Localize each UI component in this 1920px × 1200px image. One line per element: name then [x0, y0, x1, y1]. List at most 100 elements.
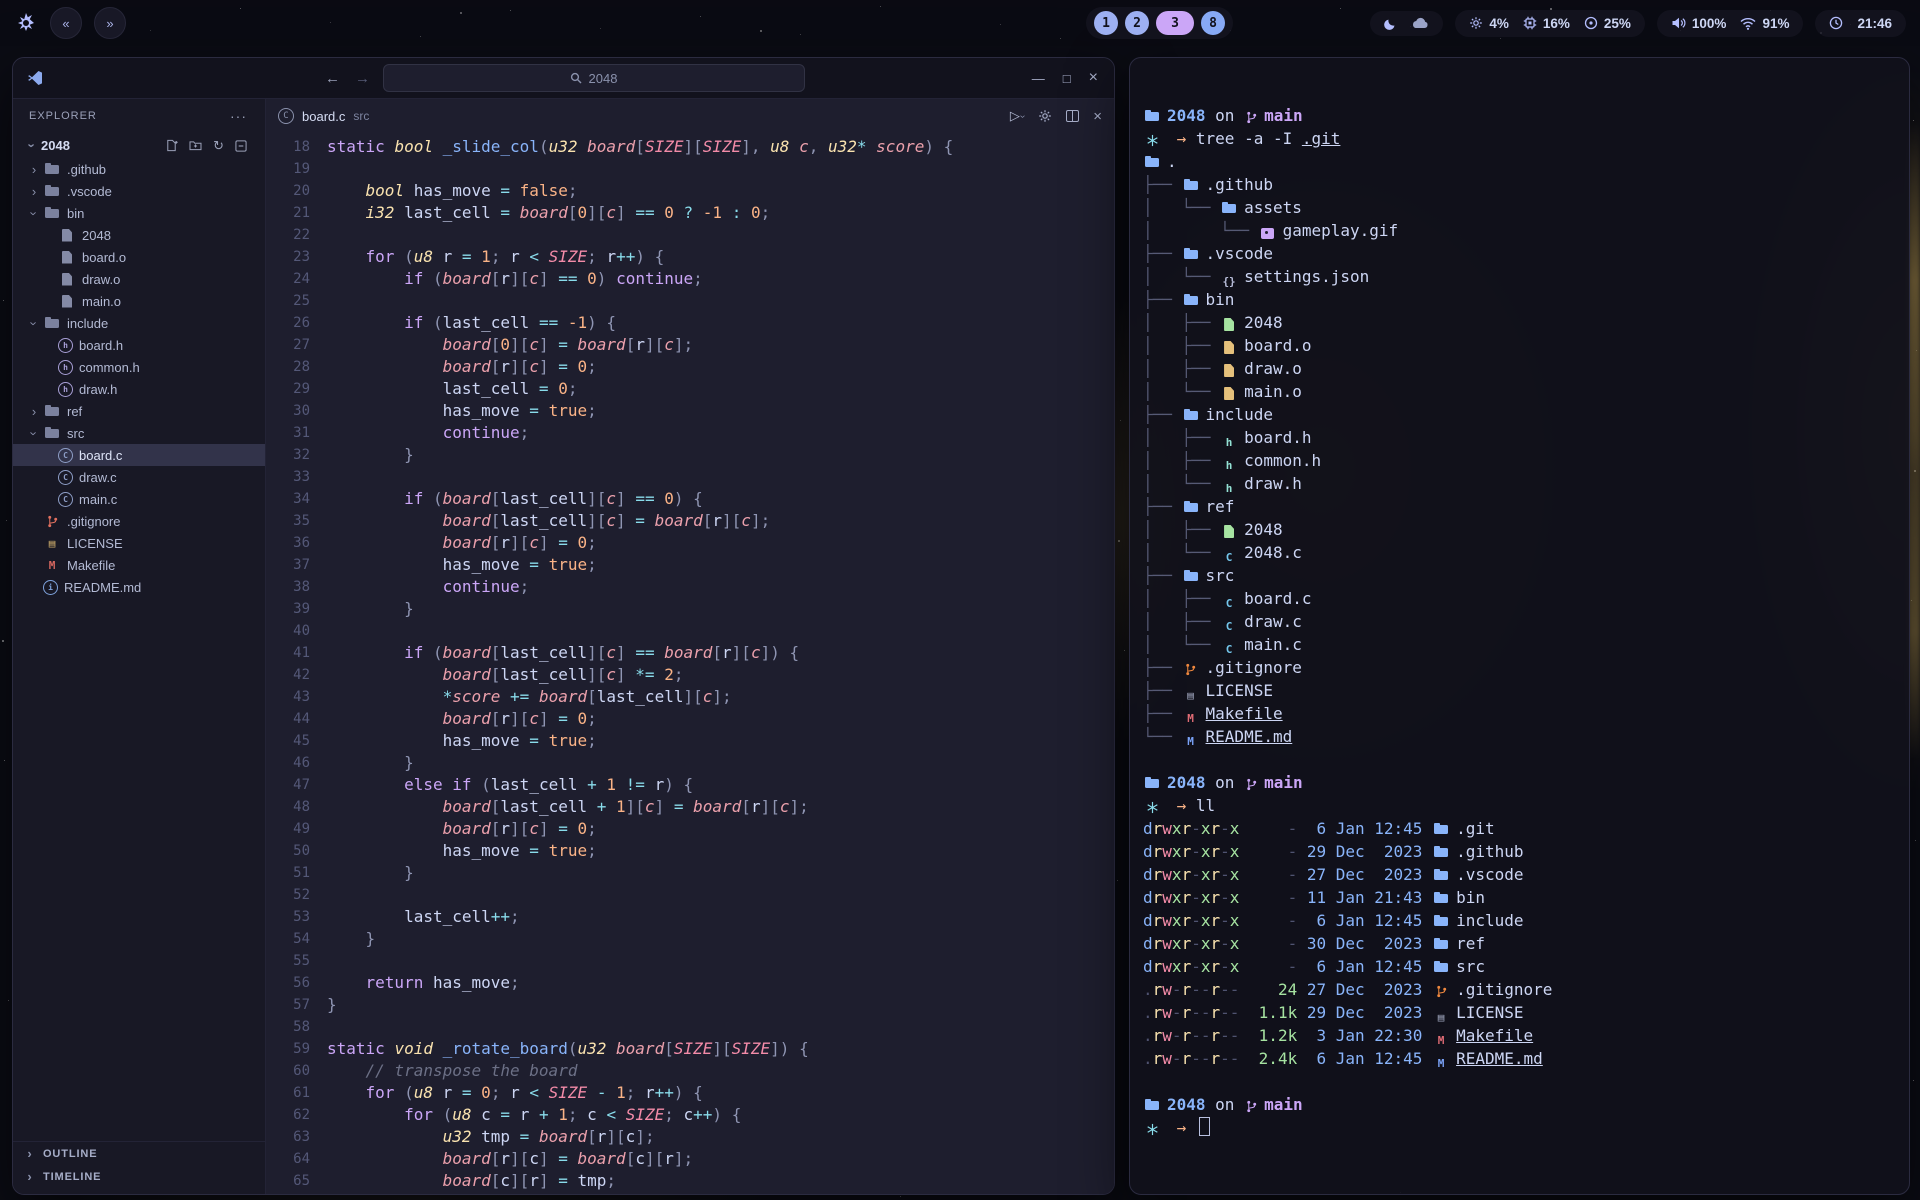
close-editor-icon[interactable]: ×	[1093, 108, 1102, 125]
perm-char: w	[1162, 819, 1172, 838]
file-item-draw-o[interactable]: draw.o	[13, 268, 265, 290]
code-text: board[0][c] = board[r][c];	[327, 334, 693, 356]
file-name: board.c	[1244, 589, 1311, 608]
settings-gear-icon[interactable]	[1038, 109, 1052, 123]
file-item-board-o[interactable]: board.o	[13, 246, 265, 268]
back-button[interactable]: ←	[323, 70, 343, 87]
code-token: last_cell	[443, 313, 539, 332]
code-token	[423, 269, 433, 288]
file-name: Makefile	[1456, 1026, 1533, 1045]
system-stats-widget[interactable]: 4% 16% 25%	[1455, 10, 1645, 37]
system-logo-icon[interactable]	[14, 11, 38, 35]
code-token: score	[876, 137, 924, 156]
terminal-window[interactable]: 2048 on main → tree -a -I .git.├── .gith…	[1129, 57, 1910, 1195]
file-label: README.md	[64, 580, 141, 595]
file-item-license[interactable]: ▤LICENSE	[13, 532, 265, 554]
code-text: else if (last_cell + 1 != r) {	[327, 774, 693, 796]
project-root[interactable]: › 2048 ↻	[13, 133, 265, 158]
tree-prefix: │ ├──	[1143, 336, 1220, 355]
clock-widget[interactable]: 21:46	[1815, 10, 1906, 37]
command-center[interactable]: 2048	[383, 64, 805, 92]
file-item-board-h[interactable]: hboard.h	[13, 334, 265, 356]
file-name: gameplay.gif	[1283, 221, 1399, 240]
file-item-makefile[interactable]: MMakefile	[13, 554, 265, 576]
refresh-icon[interactable]: ↻	[213, 138, 224, 154]
column-gap	[1422, 1049, 1432, 1068]
code-token: [	[491, 1171, 501, 1190]
forward-button[interactable]: →	[353, 70, 373, 87]
code-token	[626, 665, 636, 684]
header-icon: h	[58, 360, 73, 375]
file-item-board-c[interactable]: Cboard.c	[13, 444, 265, 466]
line-number: 54	[266, 928, 327, 950]
run-button[interactable]: ▷›	[1010, 108, 1024, 124]
split-editor-icon[interactable]	[1066, 110, 1079, 122]
file-item-readme-md[interactable]: iREADME.md	[13, 576, 265, 598]
workspace-8[interactable]: 8	[1201, 11, 1225, 35]
file-icon	[58, 271, 76, 287]
new-file-icon[interactable]	[165, 139, 178, 152]
file-item-2048[interactable]: 2048	[13, 224, 265, 246]
code-token: (	[433, 489, 443, 508]
code-token	[539, 401, 549, 420]
file-item-draw-c[interactable]: Cdraw.c	[13, 466, 265, 488]
file-item-common-h[interactable]: hcommon.h	[13, 356, 265, 378]
file-item-main-o[interactable]: main.o	[13, 290, 265, 312]
workspace-2[interactable]: 2	[1125, 11, 1149, 35]
code-token: 2	[664, 665, 674, 684]
code-token: board	[655, 511, 703, 530]
file-item-bin[interactable]: ›bin	[13, 202, 265, 224]
audio-network-widget[interactable]: 100% 91%	[1657, 10, 1804, 37]
tree-prefix: ├──	[1143, 244, 1182, 263]
file-item-ref[interactable]: ›ref	[13, 400, 265, 422]
code-token: ]	[616, 511, 626, 530]
new-folder-icon[interactable]	[189, 140, 202, 151]
memory-stat: 16%	[1523, 16, 1570, 31]
code-editor[interactable]: 18static bool _slide_col(u32 board[SIZE]…	[266, 133, 1114, 1194]
media-next-button[interactable]: »	[94, 7, 126, 39]
code-token: [	[491, 269, 501, 288]
collapse-all-icon[interactable]	[235, 140, 247, 152]
workspace-3[interactable]: 3	[1156, 11, 1194, 35]
outline-section[interactable]: › OUTLINE	[13, 1142, 265, 1165]
minimize-button[interactable]: —	[1032, 71, 1045, 86]
file-size: -	[1239, 819, 1297, 838]
file-item-gitignore[interactable]: .gitignore	[13, 510, 265, 532]
file-item-src[interactable]: ›src	[13, 422, 265, 444]
code-token: c	[606, 203, 616, 222]
maximize-button[interactable]: □	[1063, 71, 1071, 86]
code-token: r	[500, 709, 510, 728]
file-item-draw-h[interactable]: hdraw.h	[13, 378, 265, 400]
workspace-1[interactable]: 1	[1094, 11, 1118, 35]
file-item-github[interactable]: ›.github	[13, 158, 265, 180]
code-token: [	[635, 137, 645, 156]
folder-icon	[1143, 1097, 1161, 1113]
file-item-include[interactable]: ›include	[13, 312, 265, 334]
tree-prefix: ├──	[1143, 175, 1182, 194]
moon-icon	[1384, 17, 1397, 30]
code-token: r	[500, 819, 510, 838]
more-actions-icon[interactable]: ···	[230, 108, 247, 124]
file-item-vscode[interactable]: ›.vscode	[13, 180, 265, 202]
media-prev-button[interactable]: «	[50, 7, 82, 39]
code-token: -1	[703, 203, 722, 222]
csrc-icon: C	[1220, 619, 1238, 635]
code-token: ==	[539, 313, 558, 332]
code-line: 61 for (u8 r = 0; r < SIZE - 1; r++) {	[266, 1082, 1114, 1104]
chevron-down-icon: ›	[27, 204, 42, 222]
cpu-percentage: 4%	[1489, 16, 1509, 31]
code-token: ][	[587, 203, 606, 222]
code-token: }	[404, 599, 414, 618]
code-token: r	[500, 247, 529, 266]
close-button[interactable]: ×	[1089, 69, 1098, 87]
weather-widget[interactable]	[1370, 11, 1443, 36]
timeline-section[interactable]: › TIMELINE	[13, 1165, 265, 1188]
tab-file-name[interactable]: board.c	[302, 109, 345, 124]
file-item-main-c[interactable]: Cmain.c	[13, 488, 265, 510]
code-line: 45 has_move = true;	[266, 730, 1114, 752]
file-size: -	[1239, 911, 1297, 930]
line-number: 41	[266, 642, 327, 664]
file-name: README.md	[1206, 727, 1293, 746]
code-token: ][	[510, 269, 529, 288]
code-token	[549, 819, 559, 838]
